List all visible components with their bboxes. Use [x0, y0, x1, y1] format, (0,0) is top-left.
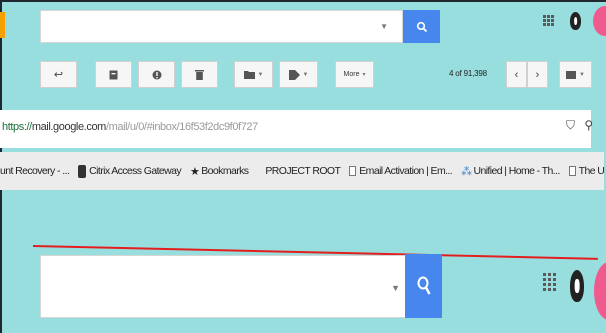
- delete-button[interactable]: [181, 61, 218, 88]
- pin-icon[interactable]: ⚲: [584, 118, 593, 132]
- bookmark-label: Bookmarks: [201, 165, 249, 177]
- chevron-down-icon: ▼: [302, 71, 309, 78]
- shield-icon[interactable]: ⛉: [566, 118, 575, 132]
- address-bar[interactable]: https://mail.google.com/mail/u/0/#inbox/…: [0, 110, 593, 148]
- chevron-down-icon: ▾: [362, 72, 366, 78]
- pagination-count: 4 of 91,398: [449, 69, 487, 78]
- bookmark-item[interactable]: Citrix Access Gateway: [78, 164, 182, 178]
- wave-icon: ⁂: [461, 165, 472, 178]
- url-text[interactable]: https://mail.google.com/mail/u/0/#inbox/…: [2, 121, 258, 133]
- window-edge-top: [0, 0, 606, 2]
- chevron-right-icon: ›: [535, 68, 540, 81]
- report-spam-icon: [152, 70, 161, 79]
- bookmark-item[interactable]: The University of Ad...: [568, 165, 604, 177]
- url-protocol: https://: [2, 121, 32, 133]
- search-button[interactable]: [405, 254, 442, 318]
- notifications-icon[interactable]: [570, 12, 581, 30]
- search-options-dropdown-icon[interactable]: ▼: [380, 22, 388, 31]
- chevron-down-icon: ▼: [579, 71, 585, 78]
- chevron-down-icon: ▼: [257, 71, 264, 78]
- newer-button[interactable]: ‹: [506, 61, 527, 88]
- url-path: /mail/u/0/#inbox/16f53f2dc9f0f727: [105, 121, 258, 133]
- bookmark-label: Unified | Home - Th...: [473, 165, 560, 177]
- search-button[interactable]: [403, 10, 440, 43]
- older-button[interactable]: ›: [527, 61, 548, 88]
- bookmarks-bar: unt Recovery - ... Citrix Access Gateway…: [0, 152, 604, 190]
- apps-grid-icon[interactable]: [543, 273, 556, 291]
- report-spam-button[interactable]: [138, 61, 175, 88]
- back-button[interactable]: ↩: [40, 61, 77, 88]
- bookmark-item[interactable]: ⁂ Unified | Home - Th...: [461, 165, 560, 178]
- search-options-dropdown-icon[interactable]: ▼: [391, 283, 400, 293]
- bookmark-item[interactable]: unt Recovery - ...: [0, 165, 70, 177]
- trash-icon: [195, 70, 204, 80]
- bookmark-item[interactable]: ★ Bookmarks: [190, 165, 249, 178]
- apps-grid-icon[interactable]: [543, 15, 554, 26]
- label-tag-icon: [288, 69, 300, 80]
- keyboard-icon: [566, 70, 577, 79]
- doc-icon: [349, 166, 357, 176]
- search-icon: [417, 276, 431, 295]
- back-arrow-icon: ↩: [53, 69, 64, 81]
- bookmark-label: PROJECT ROOT: [265, 165, 341, 177]
- bookmark-label: Citrix Access Gateway: [89, 165, 182, 177]
- move-to-button[interactable]: ▼: [234, 61, 273, 88]
- labels-button[interactable]: ▼: [279, 61, 318, 88]
- bookmark-label: Email Activation | Em...: [359, 165, 453, 177]
- bookmark-label: The University of Ad...: [578, 165, 604, 177]
- archive-button[interactable]: [95, 61, 132, 88]
- avatar[interactable]: [593, 6, 606, 36]
- search-icon: [416, 21, 427, 32]
- citrix-icon: [78, 164, 87, 178]
- folder-icon: [243, 71, 255, 79]
- archive-icon: [109, 70, 118, 79]
- input-tools-button[interactable]: ▼: [559, 61, 592, 88]
- address-bar-icons: ⛉ ⚲: [566, 118, 593, 133]
- avatar[interactable]: [594, 262, 606, 320]
- url-host: mail.google.com: [31, 121, 107, 133]
- star-icon: ★: [190, 165, 200, 178]
- notifications-icon[interactable]: [570, 270, 584, 302]
- more-button[interactable]: More ▾: [335, 61, 374, 88]
- app-accent-tab: [0, 12, 5, 38]
- chevron-left-icon: ‹: [514, 68, 519, 81]
- screenshot-frame: ▼ ↩ ▼ ▼ More ▾ 4 of 91,398 ‹ › ▼ https:/…: [0, 0, 606, 333]
- doc-icon: [568, 166, 576, 176]
- mail-search-input[interactable]: ▼: [40, 255, 413, 318]
- mail-search-input[interactable]: ▼: [40, 10, 403, 43]
- more-label: More: [343, 71, 360, 78]
- bookmark-item[interactable]: Email Activation | Em...: [349, 165, 453, 177]
- bookmark-label: unt Recovery - ...: [0, 165, 70, 177]
- bookmark-item[interactable]: PROJECT ROOT: [265, 165, 340, 177]
